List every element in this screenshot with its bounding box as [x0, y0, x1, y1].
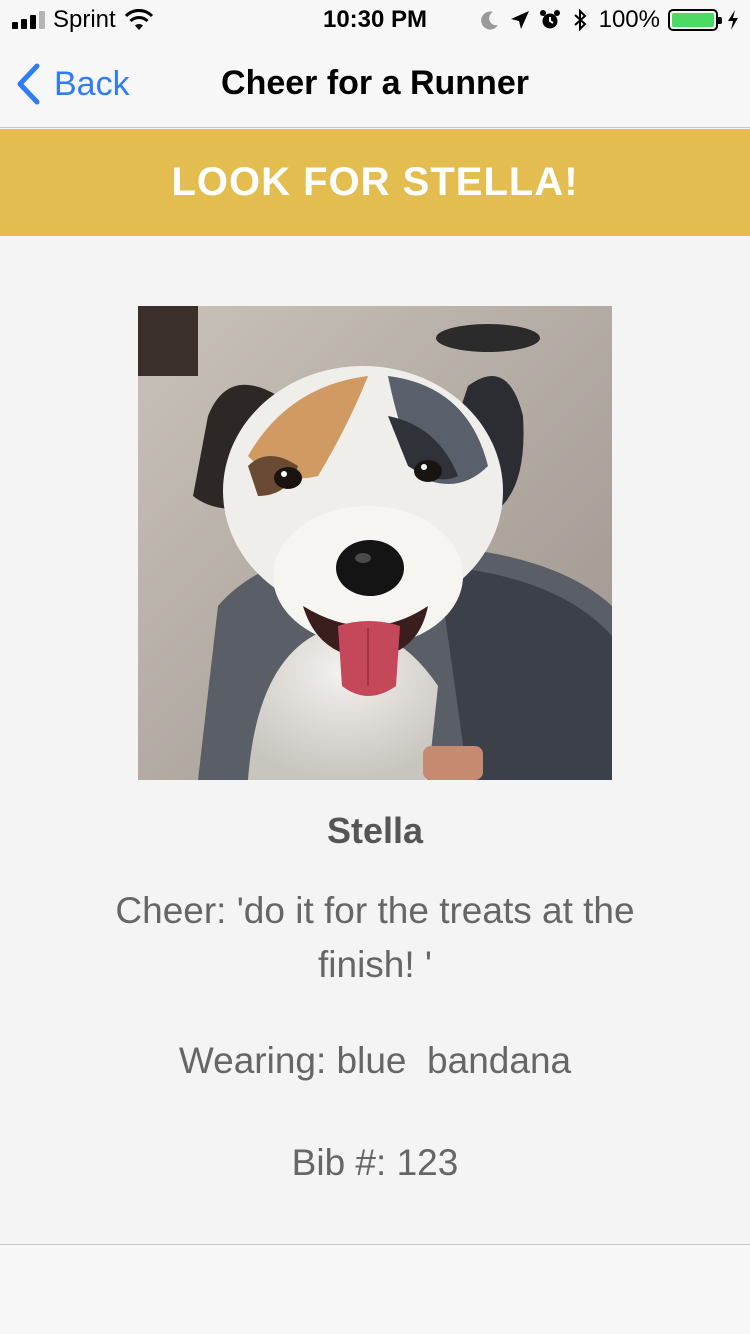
status-bar: Sprint 10:30 PM 100% [0, 0, 750, 40]
banner-text: LOOK FOR STELLA! [171, 160, 579, 204]
battery-percent: 100% [598, 6, 660, 33]
bib-number: Bib #: 123 [291, 1142, 459, 1183]
bluetooth-icon [573, 9, 587, 31]
moon-icon [480, 11, 498, 30]
runner-photo [138, 306, 612, 780]
page-title: Cheer for a Runner [221, 64, 529, 102]
screen: Sprint 10:30 PM 100% Back Cheer for a Ru… [0, 0, 750, 1334]
cheer-text: Cheer: 'do it for the treats at the fini… [115, 890, 635, 985]
charging-bolt-icon [728, 10, 738, 30]
location-arrow-icon [510, 11, 529, 29]
bottom-toolbar [0, 1244, 750, 1334]
wearing-text: Wearing: blue bandana [178, 1040, 572, 1081]
alarm-icon [539, 10, 560, 29]
look-for-banner: LOOK FOR STELLA! [0, 129, 750, 236]
battery-icon [668, 9, 722, 31]
status-right: 100% [479, 6, 740, 34]
navigation-bar: Back Cheer for a Runner [0, 40, 750, 128]
runner-name: Stella [326, 810, 424, 851]
